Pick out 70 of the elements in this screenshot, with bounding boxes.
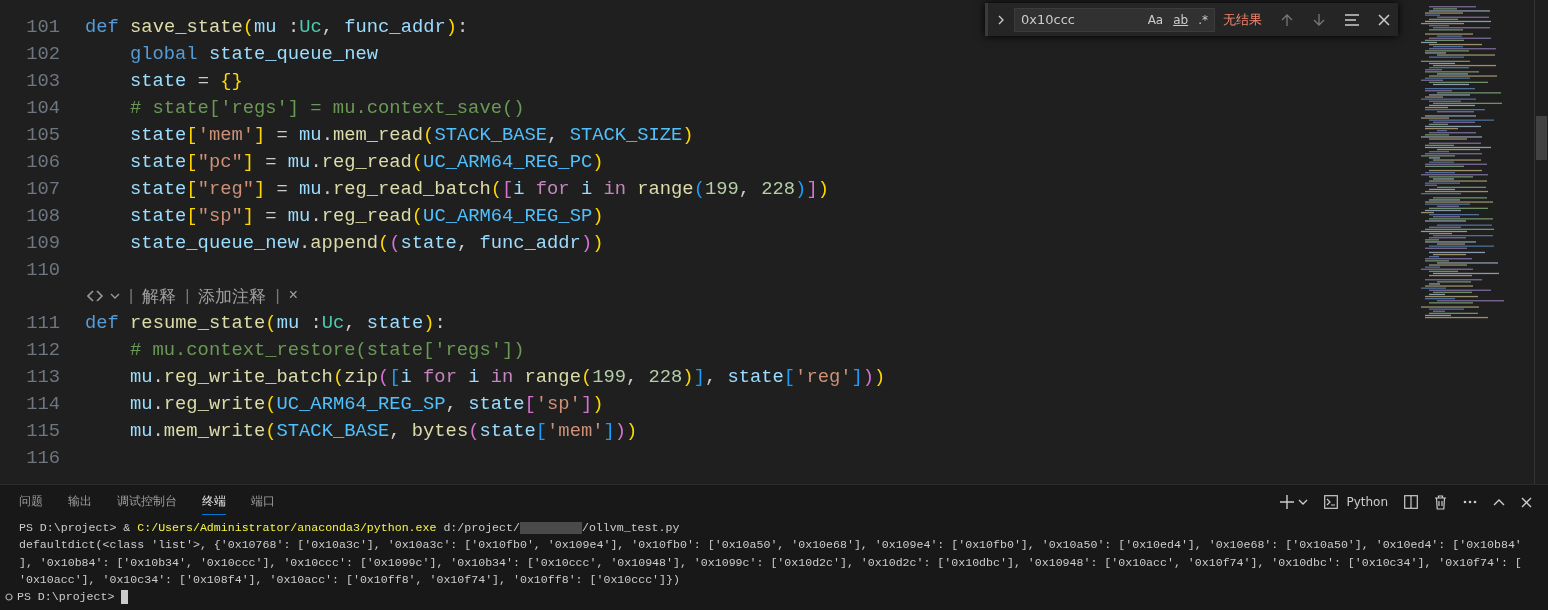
close-icon[interactable] bbox=[1521, 496, 1532, 508]
panel-tab[interactable]: 端口 bbox=[251, 489, 275, 515]
line-number: 112 bbox=[25, 338, 60, 361]
find-option-toggle[interactable]: ab bbox=[1173, 12, 1189, 27]
codelens-link[interactable]: 解释 bbox=[142, 284, 177, 308]
code-line: state = {} bbox=[130, 69, 243, 92]
code-line: mu.reg_write_batch(zip([i for i in range(199, 228)], state['reg'])) bbox=[130, 365, 886, 388]
codelens-link[interactable]: 添加注释 bbox=[198, 284, 267, 308]
plus-icon[interactable] bbox=[1280, 495, 1295, 509]
panel-tab[interactable]: 调试控制台 bbox=[117, 489, 177, 515]
panel-tab[interactable]: 问题 bbox=[19, 489, 43, 515]
line-number: 106 bbox=[25, 150, 60, 173]
terminal-line: PS D:\project> & C:/Users/Administrator/anaconda3/python.exe d:/project/ /ollvm_test.py bbox=[19, 520, 681, 536]
terminal-prompt: PS D:\project> bbox=[17, 589, 115, 606]
code-icon[interactable] bbox=[87, 290, 105, 302]
code-line: # state['regs'] = mu.context_save() bbox=[130, 96, 525, 119]
line-number: 111 bbox=[25, 311, 60, 334]
line-number: 107 bbox=[25, 177, 60, 200]
code-line: mu.mem_write(STACK_BASE, bytes(state['mem'])) bbox=[130, 419, 638, 442]
code-line: state["pc"] = mu.reg_read(UC_ARM64_REG_PC) bbox=[130, 150, 604, 173]
chevron-down-icon[interactable] bbox=[110, 292, 120, 300]
code-line: global state_queue_new bbox=[130, 42, 378, 65]
line-number: 105 bbox=[25, 123, 60, 146]
separator: | bbox=[181, 286, 194, 306]
chevron-up-icon[interactable] bbox=[1493, 498, 1505, 506]
separator: | bbox=[125, 286, 138, 306]
line-number: 113 bbox=[25, 365, 60, 388]
code-line: mu.reg_write(UC_ARM64_REG_SP, state['sp']) bbox=[130, 392, 604, 415]
line-number: 116 bbox=[25, 446, 60, 469]
panel-tab[interactable]: 终端 bbox=[202, 489, 226, 515]
terminal-line: ], '0x10b84': ['0x10b34', '0x10ccc'], '0x10ccc': ['0x1099c'], '0x10b34': ['0x10ccc', '0x10948'], '0x1099c': ['0x10d2c'], '0x10d2c': ['0x10dbc'], '0x10948': ['0x10acc', '0x10f74'], '0x10dbc': ['0x10c34'], '0x10f74': [ bbox=[19, 554, 1523, 571]
find-option-toggle[interactable]: Aa bbox=[1147, 12, 1164, 27]
terminal-cursor bbox=[121, 589, 129, 604]
chevron-right-icon[interactable] bbox=[996, 13, 1006, 26]
line-number: 108 bbox=[25, 204, 60, 227]
no-results-text: 无结果 bbox=[1223, 10, 1262, 29]
panel-tab[interactable]: 输出 bbox=[68, 489, 92, 515]
line-number: 103 bbox=[25, 69, 60, 92]
code-line: state_queue_new.append((state, func_addr)) bbox=[130, 231, 604, 254]
terminal-line: '0x10acc'], '0x10c34': ['0x108f4'], '0x10acc': ['0x10ff8', '0x10f74'], '0x10ff8': ['0x10ccc']}) bbox=[19, 571, 681, 588]
line-number: 109 bbox=[25, 231, 60, 254]
code-line: def save_state(mu :Uc, func_addr): bbox=[85, 15, 469, 38]
lines-icon[interactable] bbox=[1344, 13, 1360, 26]
close-button[interactable]: × bbox=[288, 287, 299, 305]
scrollbar-thumb[interactable] bbox=[1536, 116, 1547, 160]
line-number: 102 bbox=[25, 42, 60, 65]
terminal-icon[interactable] bbox=[1324, 495, 1339, 509]
arrow-down-icon[interactable] bbox=[1312, 12, 1326, 27]
line-number: 110 bbox=[25, 258, 60, 281]
split-icon[interactable] bbox=[1404, 495, 1418, 509]
line-number: 101 bbox=[25, 15, 60, 38]
code-line: # mu.context_restore(state['regs']) bbox=[130, 338, 525, 361]
code-line: state["sp"] = mu.reg_read(UC_ARM64_REG_SP) bbox=[130, 204, 604, 227]
more-icon[interactable] bbox=[1463, 500, 1477, 504]
arrow-up-icon[interactable] bbox=[1280, 12, 1294, 27]
code-line: state["reg"] = mu.reg_read_batch([i for i in range(199, 228)]) bbox=[130, 177, 829, 200]
circle-icon bbox=[5, 592, 13, 601]
line-number: 104 bbox=[25, 96, 60, 119]
find-option-toggle[interactable]: .* bbox=[1198, 12, 1208, 27]
close-icon[interactable] bbox=[1378, 13, 1390, 26]
code-line: def resume_state(mu :Uc, state): bbox=[85, 311, 446, 334]
trash-icon[interactable] bbox=[1434, 494, 1447, 510]
find-input[interactable]: 0x10ccc Aa ab .* bbox=[1014, 7, 1215, 32]
separator: | bbox=[271, 286, 284, 306]
chevron-down-icon[interactable] bbox=[1298, 498, 1309, 506]
code-line: state['mem'] = mu.mem_read(STACK_BASE, STACK_SIZE) bbox=[130, 123, 694, 146]
terminal-name[interactable]: Python bbox=[1346, 495, 1388, 509]
line-number: 115 bbox=[25, 419, 60, 442]
terminal-line: defaultdict(<class 'list'>, {'0x10768': ['0x10a3c'], '0x10a3c': ['0x10fb0', '0x109e4'], '0x10fb0': ['0x10a50', '0x10e68'], '0x109e4': ['0x10fb0'], '0x10a50': ['0x10ed4'], '0x10e68': ['0x10a50'], '0x10ed4': ['0x10b84' bbox=[19, 537, 1523, 554]
line-number: 114 bbox=[25, 392, 60, 415]
